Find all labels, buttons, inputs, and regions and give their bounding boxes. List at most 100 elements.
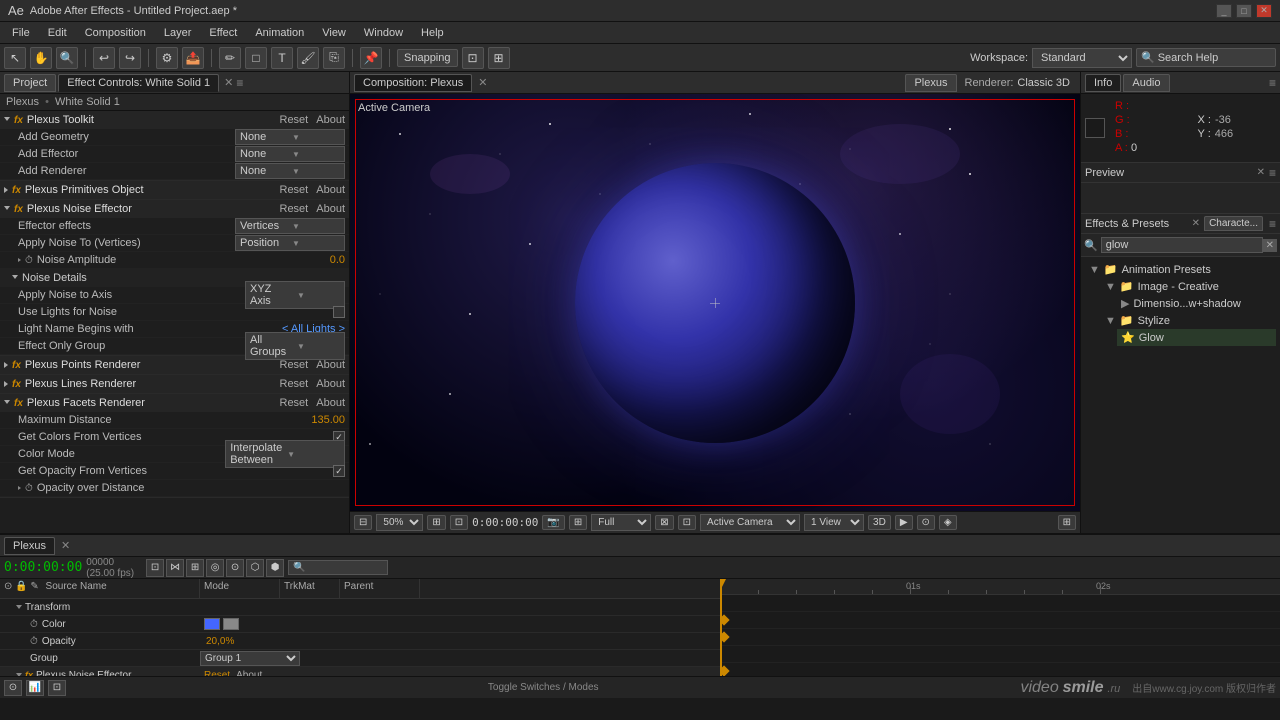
reset-facets[interactable]: Reset bbox=[280, 397, 309, 409]
effect-header-facets[interactable]: fx Plexus Facets Renderer Reset About bbox=[0, 394, 349, 412]
stopwatch-opacity[interactable]: ⏱ bbox=[30, 636, 38, 647]
expand-points[interactable] bbox=[4, 362, 8, 368]
mask-tool[interactable]: □ bbox=[245, 47, 267, 69]
expand-noise-amplitude[interactable] bbox=[18, 258, 21, 262]
expand-facets[interactable] bbox=[4, 400, 10, 407]
puppet-tool[interactable]: 📌 bbox=[360, 47, 382, 69]
expand-primitives[interactable] bbox=[4, 187, 8, 193]
timeline-timecode[interactable]: 0:00:00:00 bbox=[4, 560, 82, 575]
tab-project[interactable]: Project bbox=[4, 74, 56, 92]
menu-window[interactable]: Window bbox=[356, 25, 411, 41]
comp-draft-btn[interactable]: ◈ bbox=[939, 515, 957, 530]
tl-btn-4[interactable]: ◎ bbox=[206, 559, 224, 577]
checkbox-use-lights[interactable] bbox=[333, 306, 345, 318]
about-primitives[interactable]: About bbox=[316, 184, 345, 196]
stopwatch-opacity[interactable]: ⏱ bbox=[25, 483, 33, 494]
reset-primitives[interactable]: Reset bbox=[280, 184, 309, 196]
redo-btn[interactable]: ↪ bbox=[119, 47, 141, 69]
preview-menu[interactable]: ≡ bbox=[1269, 166, 1276, 180]
text-tool[interactable]: T bbox=[271, 47, 293, 69]
folder-animation-presets[interactable]: ▼ 📁 Animation Presets bbox=[1085, 261, 1276, 278]
stopwatch-color[interactable]: ⏱ bbox=[30, 619, 38, 630]
comp-fit[interactable]: ⊡ bbox=[450, 515, 468, 530]
tab-characters[interactable]: Characte... bbox=[1204, 216, 1263, 231]
tl-bottom-btn-2[interactable]: 📊 bbox=[26, 680, 44, 696]
clone-tool[interactable]: ⎘ bbox=[323, 47, 345, 69]
checkbox-get-opacity[interactable] bbox=[333, 465, 345, 477]
preview-close[interactable]: ✕ bbox=[1257, 167, 1265, 178]
quality-select[interactable]: Full bbox=[591, 514, 651, 531]
comp-preview-btn[interactable]: ▶ bbox=[895, 515, 913, 530]
camera-select[interactable]: Active Camera bbox=[700, 514, 800, 531]
effect-header-primitives[interactable]: fx Plexus Primitives Object Reset About bbox=[0, 181, 349, 199]
dropdown-effector-effects[interactable]: Vertices ▼ bbox=[235, 218, 345, 234]
render-btn[interactable]: ⚙ bbox=[156, 47, 178, 69]
comp-3d-btn[interactable]: 3D bbox=[868, 515, 891, 530]
folder-stylize[interactable]: ▼ 📁 Stylize bbox=[1101, 312, 1276, 329]
menu-layer[interactable]: Layer bbox=[156, 25, 200, 41]
comp-expand-btn[interactable]: ⊞ bbox=[1058, 515, 1076, 530]
view-mode-select[interactable]: 1 View bbox=[804, 514, 864, 531]
value-max-distance[interactable]: 135.00 bbox=[311, 414, 345, 426]
comp-zoom-in[interactable]: ⊞ bbox=[427, 515, 445, 530]
expand-lines[interactable] bbox=[4, 381, 8, 387]
tab-comp-plexus-main[interactable]: Composition: Plexus bbox=[354, 74, 472, 92]
preset-item-dimensions[interactable]: ▶ Dimensio...w+shadow bbox=[1117, 295, 1276, 312]
expand-noise[interactable] bbox=[4, 206, 10, 213]
undo-btn[interactable]: ↩ bbox=[93, 47, 115, 69]
close-timeline-tab[interactable]: ✕ bbox=[61, 539, 70, 552]
dropdown-effect-only-group[interactable]: All Groups ▼ bbox=[245, 332, 345, 360]
comp-checkerboard-btn[interactable]: ⊡ bbox=[678, 515, 696, 530]
reset-lines[interactable]: Reset bbox=[280, 378, 309, 390]
pen-tool[interactable]: ✏ bbox=[219, 47, 241, 69]
workspace-select[interactable]: Standard bbox=[1032, 48, 1132, 68]
about-toolkit[interactable]: About bbox=[316, 114, 345, 126]
color-swatch-gray[interactable] bbox=[223, 618, 239, 630]
comp-motion-blur-btn[interactable]: ⊙ bbox=[917, 515, 935, 530]
about-facets[interactable]: About bbox=[316, 397, 345, 409]
effect-header-toolkit[interactable]: fx Plexus Toolkit Reset About bbox=[0, 111, 349, 129]
stopwatch-noise-amp[interactable]: ⏱ bbox=[25, 255, 33, 266]
dropdown-add-renderer[interactable]: None ▼ bbox=[235, 163, 345, 179]
preset-item-glow[interactable]: ⭐ Glow bbox=[1117, 329, 1276, 346]
dropdown-apply-noise-axis[interactable]: XYZ Axis ▼ bbox=[245, 281, 345, 309]
select-tool[interactable]: ↖ bbox=[4, 47, 26, 69]
dropdown-add-effector[interactable]: None ▼ bbox=[235, 146, 345, 162]
comp-grid-btn[interactable]: ⊞ bbox=[569, 515, 587, 530]
tl-btn-5[interactable]: ⊙ bbox=[226, 559, 244, 577]
timeline-search[interactable] bbox=[288, 560, 388, 575]
tab-plexus-sub[interactable]: Plexus bbox=[905, 74, 956, 92]
tl-btn-6[interactable]: ⬡ bbox=[246, 559, 264, 577]
menu-composition[interactable]: Composition bbox=[77, 25, 154, 41]
menu-edit[interactable]: Edit bbox=[40, 25, 75, 41]
view-options[interactable]: ⊞ bbox=[488, 47, 510, 69]
effects-search-input[interactable] bbox=[1101, 237, 1263, 253]
menu-animation[interactable]: Animation bbox=[247, 25, 312, 41]
tab-info[interactable]: Info bbox=[1085, 74, 1121, 92]
value-noise-amplitude[interactable]: 0.0 bbox=[330, 254, 345, 266]
comp-overlay-btn[interactable]: ⊠ bbox=[655, 515, 673, 530]
right-panel-menu[interactable]: ≡ bbox=[1269, 76, 1276, 90]
effect-header-noise[interactable]: fx Plexus Noise Effector Reset About bbox=[0, 200, 349, 218]
tab-timeline-plexus[interactable]: Plexus bbox=[4, 537, 55, 555]
color-swatch-blue[interactable] bbox=[204, 618, 220, 630]
dropdown-add-geometry[interactable]: None ▼ bbox=[235, 129, 345, 145]
menu-view[interactable]: View bbox=[314, 25, 354, 41]
tab-audio[interactable]: Audio bbox=[1123, 74, 1169, 92]
hand-tool[interactable]: ✋ bbox=[30, 47, 52, 69]
tl-btn-7[interactable]: ⬢ bbox=[266, 559, 284, 577]
about-noise[interactable]: About bbox=[316, 203, 345, 215]
folder-image-creative[interactable]: ▼ 📁 Image - Creative bbox=[1101, 278, 1276, 295]
tl-btn-3[interactable]: ⊞ bbox=[186, 559, 204, 577]
group-select[interactable]: Group 1 bbox=[200, 651, 300, 666]
effect-header-points[interactable]: fx Plexus Points Renderer Reset About bbox=[0, 356, 349, 374]
comp-zoom-out[interactable]: ⊟ bbox=[354, 515, 372, 530]
close-panel-btn[interactable]: ✕ bbox=[224, 76, 233, 89]
effect-header-lines[interactable]: fx Plexus Lines Renderer Reset About bbox=[0, 375, 349, 393]
zoom-select[interactable]: 50% bbox=[376, 514, 423, 531]
reset-toolkit[interactable]: Reset bbox=[280, 114, 309, 126]
close-button[interactable]: ✕ bbox=[1256, 4, 1272, 18]
reset-points[interactable]: Reset bbox=[280, 359, 309, 371]
expand-opacity-distance[interactable] bbox=[18, 486, 21, 490]
about-lines[interactable]: About bbox=[316, 378, 345, 390]
